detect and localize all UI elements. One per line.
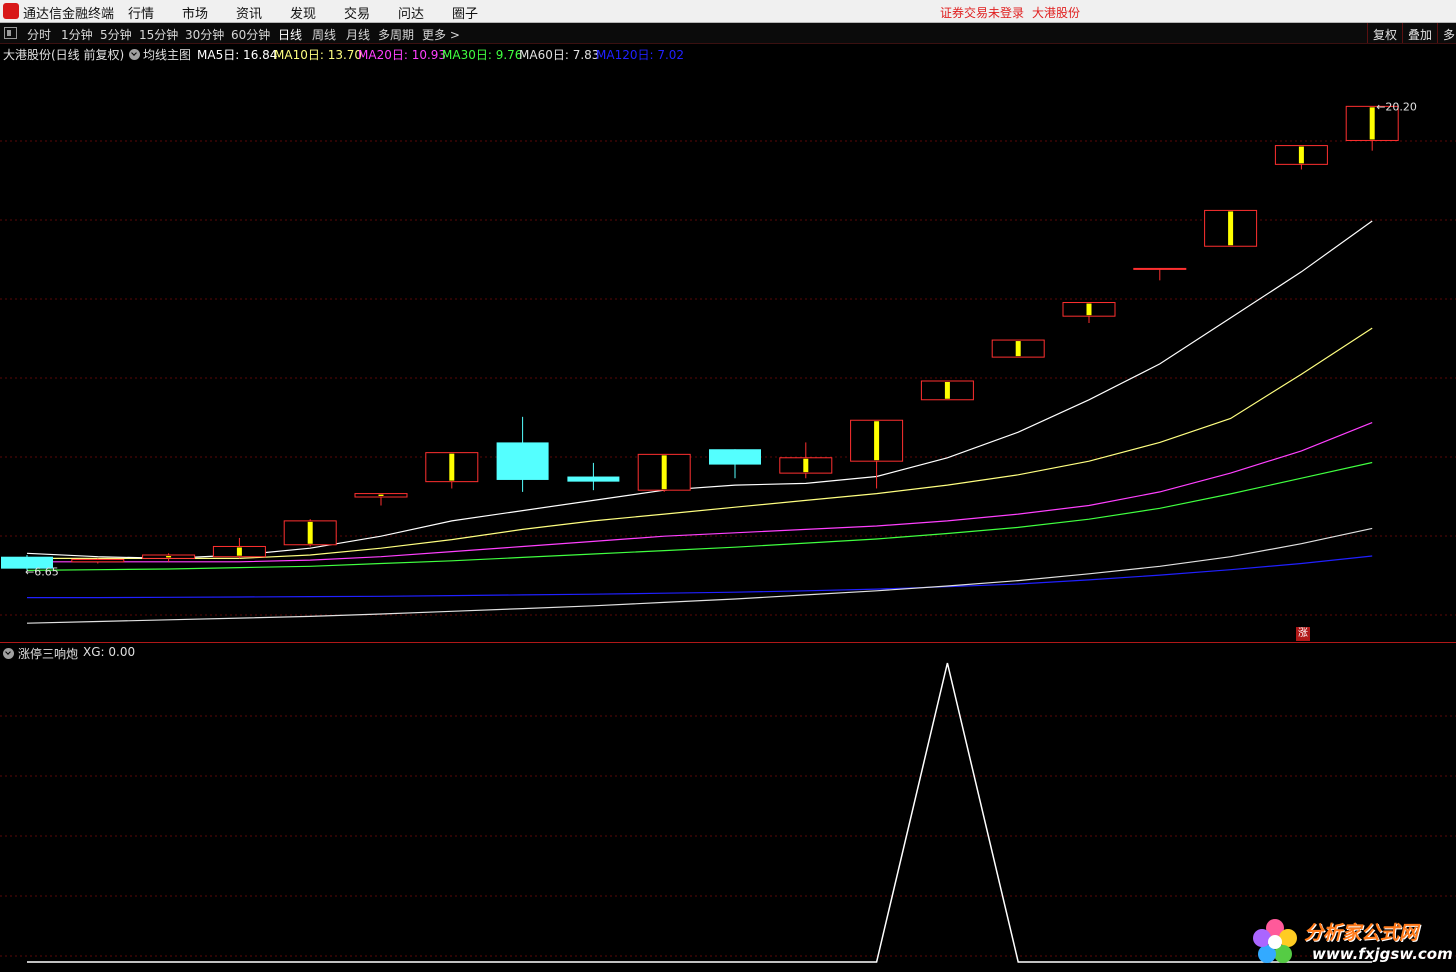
candlestick-chart[interactable]: ←6.65 ←20.20: [0, 62, 1456, 642]
menu-item-trade[interactable]: 交易: [344, 3, 370, 22]
app-logo-icon: [3, 3, 19, 19]
candle-marker: [1015, 341, 1021, 357]
ma5-line: [26, 220, 1373, 560]
indicator-dropdown-icon[interactable]: [3, 648, 14, 659]
tab-monthly[interactable]: 月线: [346, 26, 370, 43]
watermark-title: 分析家公式网: [1304, 922, 1419, 944]
menu-item-ask[interactable]: 问达: [398, 3, 424, 22]
candle-marker: [236, 547, 242, 556]
flower-logo-icon: [1253, 919, 1297, 963]
candle-marker: [1298, 146, 1304, 164]
ma10-line: [27, 327, 1373, 559]
candle-body-down: [567, 476, 620, 482]
stock-name-title: 大港股份: [1032, 6, 1081, 20]
tab-30min[interactable]: 30分钟: [185, 26, 224, 43]
tab-weekly[interactable]: 周线: [312, 26, 336, 43]
template-dropdown-icon[interactable]: [129, 49, 140, 60]
candle-marker: [307, 521, 313, 544]
low-price-label: ←6.65: [25, 565, 59, 578]
menu-item-discover[interactable]: 发现: [290, 3, 316, 22]
tab-1min[interactable]: 1分钟: [61, 26, 93, 43]
template-name[interactable]: 均线主图: [143, 46, 191, 63]
ma60-line: [26, 527, 1373, 624]
candle-marker: [378, 494, 384, 496]
menu-item-news[interactable]: 资讯: [236, 3, 262, 22]
indicator-chart[interactable]: [0, 660, 1456, 972]
indicator-value: XG: 0.00: [83, 645, 136, 659]
indicator-info-line: 大港股份(日线 前复权) 均线主图 MA5日: 16.84 MA10日: 13.…: [0, 46, 1456, 62]
multi-button[interactable]: 多: [1437, 23, 1456, 43]
panel-divider: [0, 642, 1456, 643]
tab-5min[interactable]: 5分钟: [100, 26, 132, 43]
limit-up-badge: 涨: [1296, 627, 1310, 641]
adjust-button[interactable]: 复权: [1367, 23, 1403, 43]
ma10-label: MA10日: 13.70: [274, 48, 363, 62]
panel-toggle-icon[interactable]: [4, 27, 17, 39]
ma5-label: MA5日: 16.84: [197, 48, 278, 62]
ma20-label: MA20日: 10.93: [358, 48, 447, 62]
overlay-button[interactable]: 叠加: [1402, 23, 1438, 43]
candle-body-up: [71, 558, 125, 563]
menu-bar: 通达信金融终端 行情 市场 资讯 发现 交易 问达 圈子 证券交易未登录 大港股…: [0, 0, 1456, 23]
ma30-label: MA30日: 9.76: [442, 48, 523, 62]
candle-body-down: [709, 449, 761, 465]
candle-marker: [874, 421, 880, 461]
xg-signal-line: [27, 662, 1373, 963]
candle-body-down: [496, 442, 549, 480]
ma60-label: MA60日: 7.83: [519, 48, 600, 62]
period-toolbar: 分时 1分钟 5分钟 15分钟 30分钟 60分钟 日线 周线 月线 多周期 更…: [0, 23, 1456, 44]
candle-marker: [944, 382, 950, 399]
login-status[interactable]: 证券交易未登录: [940, 4, 1024, 21]
candle-marker: [803, 458, 809, 473]
menu-item-circle[interactable]: 圈子: [452, 3, 478, 22]
candle-body-up: [1133, 267, 1187, 270]
watermark: 分析家公式网 www.fxjgsw.com: [1246, 912, 1453, 968]
high-price-label: ←20.20: [1376, 100, 1417, 113]
ma20-line: [27, 422, 1373, 563]
candle-marker: [1086, 303, 1092, 316]
tab-daily[interactable]: 日线: [278, 26, 302, 43]
tab-intraday[interactable]: 分时: [27, 26, 51, 43]
tab-60min[interactable]: 60分钟: [231, 26, 270, 43]
candle-marker: [1228, 211, 1234, 246]
candle-marker: [661, 455, 667, 490]
tab-15min[interactable]: 15分钟: [139, 26, 178, 43]
stock-label: 大港股份(日线 前复权): [3, 48, 125, 62]
watermark-url: www.fxjgsw.com: [1312, 945, 1453, 963]
tab-multi-period[interactable]: 多周期: [378, 26, 414, 43]
menu-item-markets[interactable]: 市场: [182, 3, 208, 22]
tab-more[interactable]: 更多 >: [422, 26, 460, 43]
ma120-label: MA120日: 7.02: [596, 48, 685, 62]
indicator-header: 涨停三响炮 XG: 0.00: [0, 645, 400, 661]
app-title: 通达信金融终端: [23, 7, 115, 22]
candle-marker: [166, 556, 172, 558]
candle-marker: [1369, 107, 1375, 140]
menu-item-market[interactable]: 行情: [128, 3, 154, 22]
candle-marker: [449, 453, 455, 481]
